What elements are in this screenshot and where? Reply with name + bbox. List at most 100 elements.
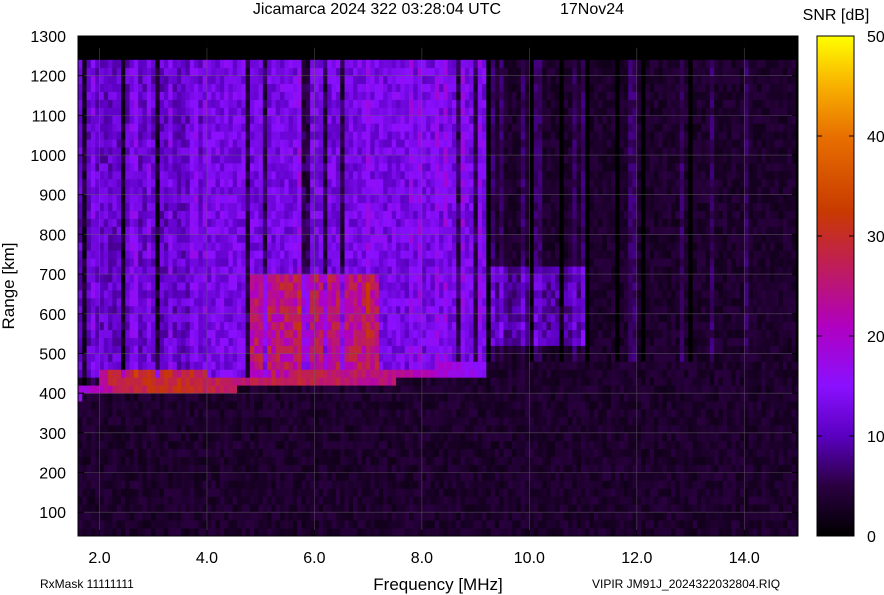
heatmap-cell [249, 91, 255, 100]
heatmap-cell [383, 504, 388, 513]
heatmap-cell [396, 131, 401, 140]
heatmap-cell [284, 401, 290, 410]
heatmap-cell [232, 504, 238, 513]
heatmap-cell [86, 250, 92, 259]
heatmap-cell [383, 139, 388, 148]
heatmap-cell [129, 186, 135, 196]
heatmap-cell [310, 115, 315, 124]
heatmap-cell [241, 448, 247, 458]
heatmap-cell [284, 448, 290, 458]
heatmap-cell [206, 218, 212, 227]
heatmap-cell [430, 313, 436, 323]
heatmap-cell [211, 115, 216, 124]
heatmap-cell [108, 504, 113, 513]
heatmap-cell [340, 226, 345, 235]
heatmap-cell [396, 289, 401, 299]
heatmap-cell [357, 242, 363, 251]
heatmap-cell [185, 432, 191, 442]
heatmap-cell [215, 432, 221, 442]
heatmap-cell [391, 512, 397, 521]
heatmap-cell [370, 218, 375, 227]
heatmap-cell [189, 162, 195, 172]
heatmap-cell [142, 424, 148, 434]
heatmap-cell [125, 202, 130, 212]
heatmap-cell [335, 496, 341, 505]
heatmap-cell [120, 369, 126, 378]
heatmap-cell [374, 123, 380, 132]
heatmap-cell [146, 162, 152, 172]
heatmap-cell [310, 416, 315, 426]
heatmap-cell [125, 456, 130, 465]
heatmap-cell [189, 440, 195, 450]
heatmap-cell [310, 139, 315, 148]
heatmap-cell [413, 139, 418, 148]
heatmap-cell [172, 115, 178, 124]
heatmap-cell [421, 234, 427, 243]
heatmap-cell [314, 313, 320, 323]
heatmap-cell [258, 313, 264, 323]
heatmap-cell [185, 242, 191, 251]
heatmap-cell [400, 448, 406, 458]
heatmap-cell [378, 464, 384, 473]
heatmap-cell [232, 409, 238, 418]
heatmap-cell [275, 496, 281, 505]
heatmap-cell [280, 305, 285, 315]
heatmap-cell [241, 297, 247, 307]
heatmap-cell [108, 91, 113, 100]
heatmap-cell [99, 115, 105, 124]
heatmap-cell [348, 385, 354, 394]
heatmap-cell [249, 107, 255, 116]
heatmap-cell [353, 385, 358, 394]
heatmap-cell [112, 528, 118, 537]
heatmap-cell [378, 99, 384, 108]
heatmap-cell [151, 194, 156, 204]
heatmap-cell [262, 416, 268, 426]
heatmap-cell [189, 67, 195, 77]
heatmap-cell [318, 432, 324, 442]
heatmap-cell [344, 321, 350, 331]
heatmap-cell [189, 520, 195, 529]
heatmap-cell [335, 504, 341, 513]
heatmap-cell [189, 432, 195, 442]
heatmap-cell [378, 234, 384, 243]
heatmap-cell [327, 289, 333, 299]
heatmap-cell [228, 67, 234, 77]
heatmap-cell [327, 480, 333, 489]
heatmap-cell [108, 393, 113, 402]
heatmap-cell [421, 115, 427, 124]
heatmap-cell [189, 258, 195, 267]
heatmap-cell [219, 456, 225, 465]
heatmap-cell [370, 432, 375, 442]
heatmap-cell [103, 107, 109, 116]
heatmap-cell [168, 218, 173, 227]
heatmap-cell [275, 289, 281, 299]
heatmap-cell [383, 242, 388, 251]
heatmap-cell [108, 234, 113, 243]
heatmap-cell [396, 401, 401, 410]
heatmap-cell [194, 416, 199, 426]
heatmap-cell [155, 504, 161, 513]
heatmap-cell [189, 424, 195, 434]
heatmap-cell [387, 337, 393, 346]
heatmap-cell [301, 504, 307, 513]
heatmap-cell [421, 289, 427, 299]
heatmap-cell [275, 409, 281, 418]
heatmap-cell [331, 99, 337, 108]
heatmap-cell [206, 424, 212, 434]
heatmap-cell [138, 337, 143, 346]
heatmap-cell [176, 162, 182, 172]
heatmap-cell [82, 258, 87, 267]
heatmap-cell [95, 91, 100, 100]
heatmap-cell [271, 131, 277, 140]
heatmap-cell [206, 353, 212, 362]
heatmap-cell [108, 139, 113, 148]
heatmap-cell [202, 282, 208, 291]
heatmap-cell [353, 472, 358, 481]
heatmap-cell [344, 409, 350, 418]
heatmap-cell [417, 321, 423, 331]
heatmap-cell [288, 456, 294, 465]
heatmap-cell [206, 91, 212, 100]
heatmap-cell [219, 266, 225, 275]
heatmap-cell [181, 329, 186, 338]
heatmap-cell [327, 186, 333, 196]
